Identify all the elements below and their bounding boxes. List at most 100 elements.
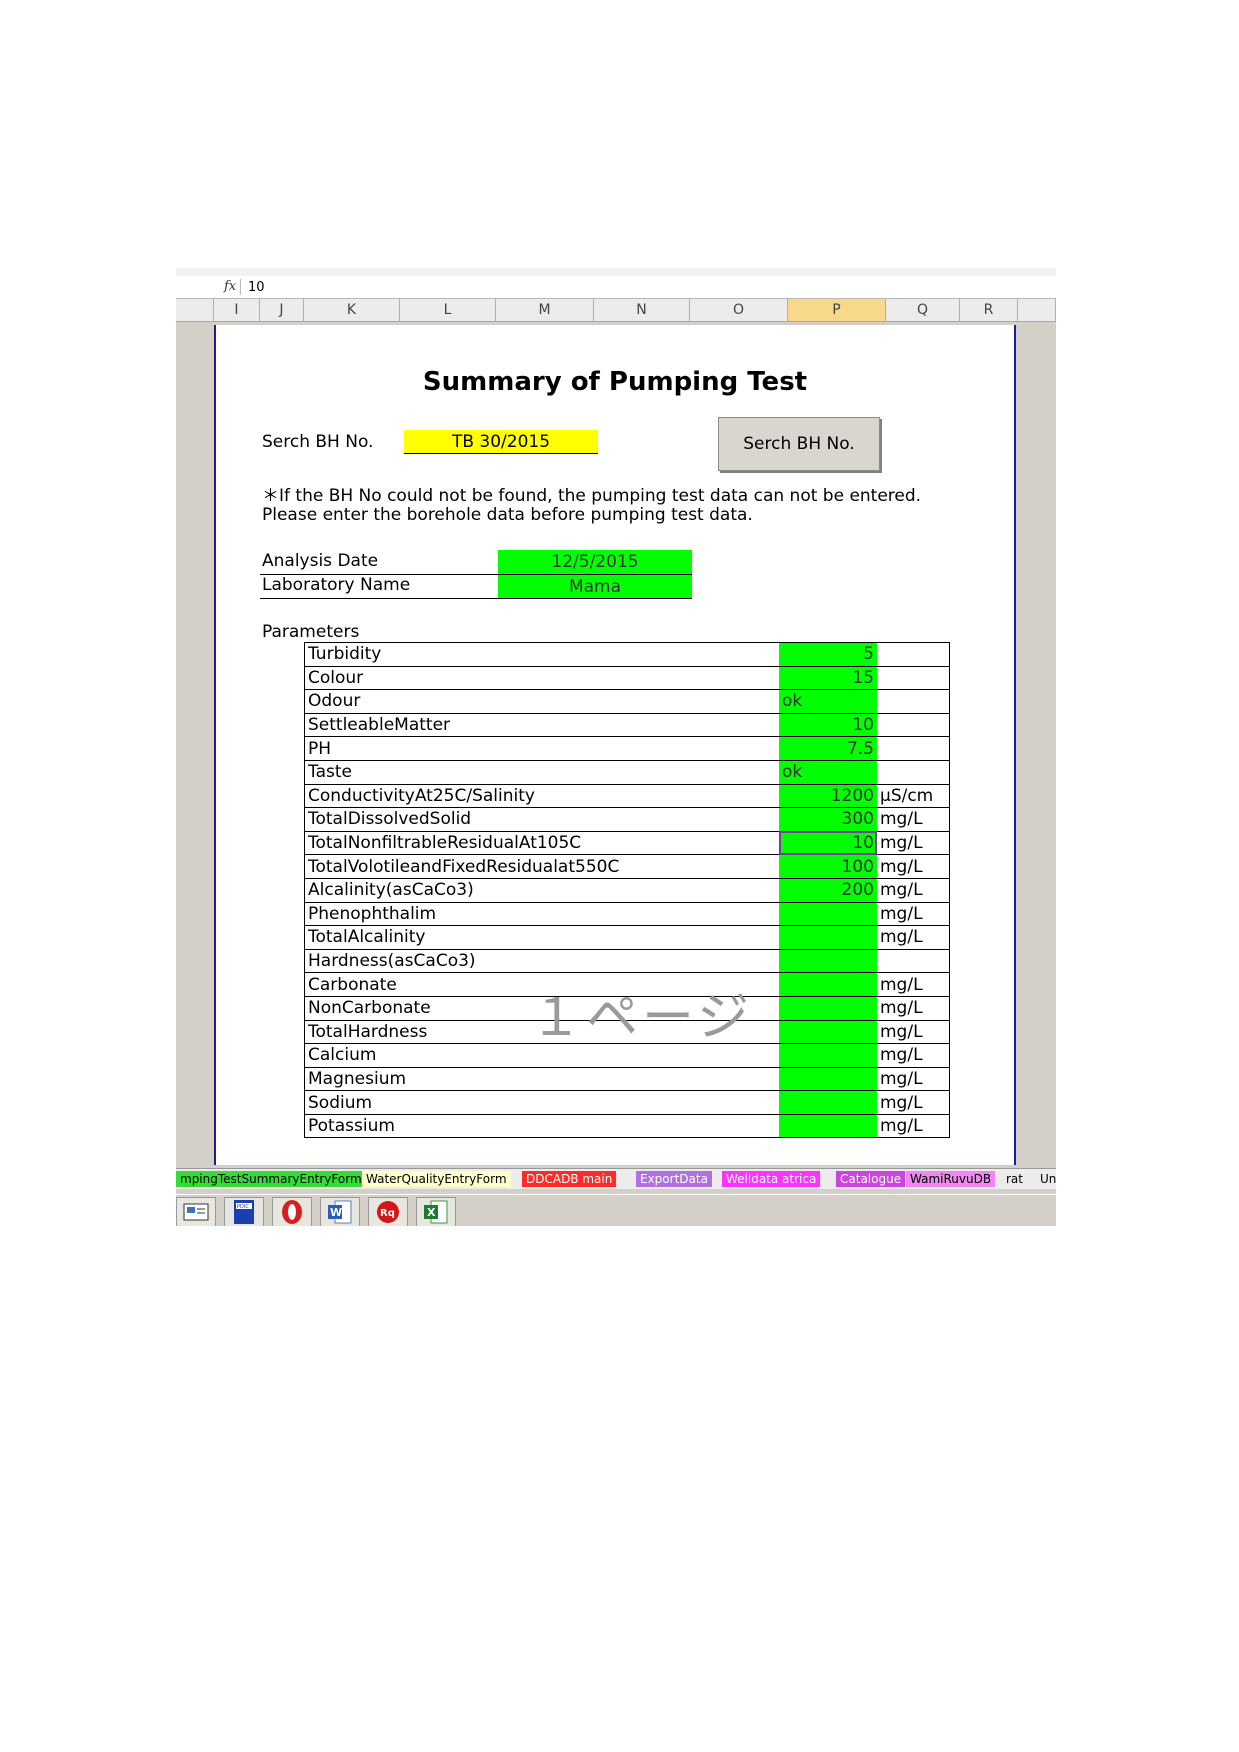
parameter-unit: mg/L <box>877 925 950 950</box>
parameter-row: TotalNonfiltrableResidualAt105C 10 mg/L <box>304 830 950 856</box>
sheet-tab[interactable]: WaterQualityEntryForm <box>362 1171 511 1187</box>
parameter-row: Magnesium mg/L <box>304 1066 950 1092</box>
sheet-tab[interactable]: Catalogue <box>836 1171 906 1187</box>
parameter-value-cell[interactable] <box>779 1019 877 1045</box>
card-reader-icon[interactable] <box>176 1197 216 1226</box>
parameter-name: Taste <box>304 759 779 785</box>
parameter-unit: mg/L <box>877 901 950 927</box>
parameter-value-cell[interactable] <box>779 995 877 1021</box>
excel-icon[interactable]: X <box>416 1197 456 1226</box>
laboratory-name-field[interactable]: Mama <box>498 575 692 598</box>
column-header[interactable]: L <box>400 299 496 321</box>
sheet-tab[interactable]: DDCADB main <box>522 1171 617 1187</box>
select-all-corner[interactable] <box>176 299 214 321</box>
divider <box>260 598 692 599</box>
search-label: Serch BH No. <box>262 432 374 452</box>
column-header[interactable]: O <box>690 299 788 321</box>
parameter-value-cell[interactable]: 10 <box>779 712 877 738</box>
column-header[interactable]: I <box>214 299 260 321</box>
parameter-row: PH 7.5 <box>304 736 950 761</box>
parameter-value-cell[interactable] <box>779 901 877 927</box>
column-header[interactable]: M <box>496 299 594 321</box>
parameter-name: Phenophthalim <box>304 901 779 927</box>
laboratory-name-label: Laboratory Name <box>262 575 411 595</box>
sheet-tab[interactable]: mpingTestSummaryEntryForm <box>176 1171 366 1187</box>
page-title: Summary of Pumping Test <box>422 367 808 397</box>
word-icon[interactable]: W <box>320 1197 360 1226</box>
column-header-selected[interactable]: P <box>788 299 886 321</box>
column-headers: I J K L M N O P Q R <box>176 299 1056 322</box>
parameter-row: Hardness(asCaCo3) <box>304 948 950 974</box>
pdic-icon[interactable]: PDIC <box>224 1197 264 1226</box>
parameter-row: SettleableMatter 10 <box>304 712 950 738</box>
search-input[interactable]: TB 30/2015 <box>404 430 598 454</box>
fx-icon[interactable]: fx <box>224 279 236 294</box>
svg-text:W: W <box>330 1206 342 1219</box>
parameter-value-cell[interactable]: 300 <box>779 807 877 832</box>
sheet-tab[interactable]: Unit <box>1036 1171 1056 1187</box>
parameter-unit: mg/L <box>877 1113 950 1139</box>
parameter-value-cell[interactable] <box>779 1043 877 1068</box>
parameter-unit <box>877 665 950 691</box>
parameter-name: Colour <box>304 665 779 691</box>
parameter-unit: mg/L <box>877 1019 950 1045</box>
sheet-tab[interactable]: WamiRuvuDB <box>906 1171 996 1187</box>
parameter-unit: μS/cm <box>877 783 950 809</box>
excel-window: fx 10 I J K L M N O P Q R Summary of Pum… <box>176 268 1056 1226</box>
parameter-value-cell[interactable] <box>779 1066 877 1092</box>
sheet-tab[interactable]: rat <box>1002 1171 1027 1187</box>
column-header[interactable]: K <box>304 299 400 321</box>
parameter-value-cell[interactable]: 15 <box>779 665 877 691</box>
parameter-name: Turbidity <box>304 642 779 667</box>
svg-text:X: X <box>427 1206 436 1219</box>
parameter-value-cell[interactable] <box>779 1090 877 1115</box>
column-header[interactable]: N <box>594 299 690 321</box>
note-line-1: ＊If the BH No could not be found, the pu… <box>262 486 922 506</box>
parameter-name: PH <box>304 736 779 761</box>
column-header[interactable]: J <box>260 299 304 321</box>
parameter-row: TotalAlcalinity mg/L <box>304 925 950 950</box>
sheet-tab[interactable]: Welldata atrica <box>722 1171 821 1187</box>
sheet-tab[interactable]: ExportData <box>636 1171 712 1187</box>
parameter-name: Potassium <box>304 1113 779 1139</box>
column-header[interactable]: Q <box>886 299 960 321</box>
rq-icon[interactable]: Rq <box>368 1197 408 1226</box>
parameter-value-cell[interactable]: ok <box>779 689 877 714</box>
parameter-row: Taste ok <box>304 759 950 785</box>
column-header-partial[interactable] <box>1018 299 1056 321</box>
parameter-value-cell[interactable]: 200 <box>779 877 877 903</box>
column-header[interactable]: R <box>960 299 1018 321</box>
analysis-date-field[interactable]: 12/5/2015 <box>498 550 692 574</box>
parameter-unit <box>877 759 950 785</box>
formula-input[interactable]: 10 <box>248 280 265 295</box>
parameter-unit: mg/L <box>877 854 950 879</box>
parameter-name: Magnesium <box>304 1066 779 1092</box>
parameter-unit <box>877 948 950 974</box>
parameter-value-cell[interactable]: 1200 <box>779 783 877 809</box>
parameter-unit <box>877 689 950 714</box>
search-button[interactable]: Serch BH No. <box>718 417 880 471</box>
parameter-name: ConductivityAt25C/Salinity <box>304 783 779 809</box>
parameter-value-cell[interactable] <box>779 972 877 997</box>
worksheet: Summary of Pumping Test Serch BH No. TB … <box>214 325 1016 1165</box>
parameter-value-cell[interactable] <box>779 925 877 950</box>
parameter-row: Colour 15 <box>304 665 950 691</box>
parameter-value-cell[interactable] <box>779 1113 877 1139</box>
formula-divider <box>240 279 241 295</box>
parameter-value-cell[interactable]: 10 <box>779 830 877 856</box>
parameters-label: Parameters <box>262 622 360 642</box>
parameter-value-cell[interactable]: ok <box>779 759 877 785</box>
note-line-2: Please enter the borehole data before pu… <box>262 505 753 525</box>
parameter-name: TotalVolotileandFixedResidualat550C <box>304 854 779 879</box>
parameter-name: Sodium <box>304 1090 779 1115</box>
parameter-value-cell[interactable]: 100 <box>779 854 877 879</box>
parameter-name: TotalNonfiltrableResidualAt105C <box>304 830 779 856</box>
opera-icon[interactable] <box>272 1197 312 1226</box>
parameter-value-cell[interactable]: 7.5 <box>779 736 877 761</box>
parameter-value-cell[interactable]: 5 <box>779 642 877 667</box>
parameter-row: Odour ok <box>304 689 950 714</box>
formula-bar: fx 10 <box>176 276 1056 299</box>
parameter-value-cell[interactable] <box>779 948 877 974</box>
parameter-name: Hardness(asCaCo3) <box>304 948 779 974</box>
parameter-unit: mg/L <box>877 877 950 903</box>
